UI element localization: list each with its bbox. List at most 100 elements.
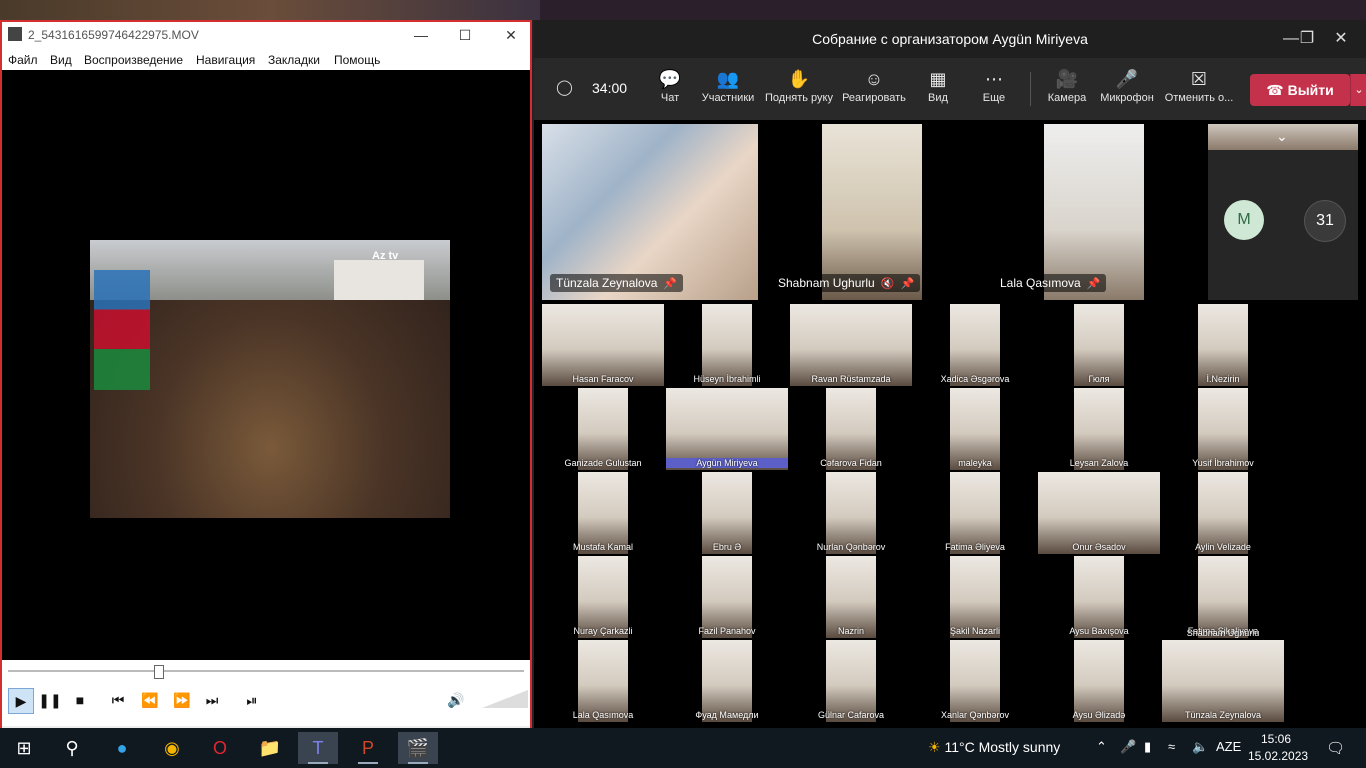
teams-icon[interactable]: T — [298, 732, 338, 764]
participants-button[interactable]: 👥 Участники — [700, 66, 756, 116]
previous-button[interactable]: ⏮ — [106, 688, 130, 712]
volume-slider[interactable] — [482, 690, 528, 708]
gallery-tile[interactable]: Hasan Faracov — [542, 304, 664, 386]
gallery-tile[interactable]: Ganizade Gulustan — [542, 388, 664, 470]
search-icon[interactable]: ⚲ — [52, 732, 92, 764]
menu-bookmarks[interactable]: Закладки — [268, 53, 320, 67]
leave-button[interactable]: ☎ Выйти — [1250, 74, 1350, 106]
gallery-tile[interactable]: Lala Qasımova — [542, 640, 664, 722]
overflow-count-badge[interactable]: 31 — [1304, 200, 1346, 242]
seek-handle[interactable] — [154, 665, 164, 679]
gallery-tile[interactable]: Hüseyn İbrahimli — [666, 304, 788, 386]
chevron-down-icon[interactable]: ⌄ — [1276, 128, 1288, 145]
avatar[interactable]: M — [1224, 200, 1264, 240]
forward-button[interactable]: ⏩ — [170, 688, 194, 712]
pinned-video-tile[interactable]: Tünzala Zeynalova 📌 — [542, 124, 758, 300]
gallery-tile[interactable]: Fazil Panahov — [666, 556, 788, 638]
gallery-tile[interactable]: Yusif İbrahimov — [1162, 388, 1284, 470]
windows-start-icon[interactable]: ⊞ — [4, 732, 44, 764]
gallery-tile[interactable]: Xanlar Qənbərov — [914, 640, 1036, 722]
gallery-tile[interactable]: Xadica Əsgərova — [914, 304, 1036, 386]
rewind-button[interactable]: ⏪ — [138, 688, 162, 712]
microphone-icon[interactable]: 🎤 — [1120, 739, 1136, 755]
gallery-tile[interactable]: Ravan Rüstamzada — [790, 304, 912, 386]
menu-view[interactable]: Вид — [50, 53, 72, 67]
close-icon[interactable]: ✕ — [1326, 26, 1356, 52]
seek-bar[interactable] — [8, 670, 524, 672]
volume-icon[interactable]: 🔈 — [1192, 739, 1208, 755]
next-button[interactable]: ⏭ — [200, 688, 224, 712]
clock[interactable]: 15:06 15.02.2023 — [1248, 731, 1308, 765]
play-button[interactable]: ▶ — [8, 688, 34, 714]
gallery-tile[interactable]: Aysu Baxışova — [1038, 556, 1160, 638]
leave-options-chevron-icon[interactable]: ⌄ — [1350, 74, 1366, 106]
frame-step-button[interactable]: ⏯ — [240, 688, 264, 712]
gallery-tile[interactable]: Aylin Velizade — [1162, 472, 1284, 554]
camera-button[interactable]: 🎥 Камера — [1046, 66, 1088, 116]
raise-hand-button[interactable]: ✋ Поднять руку — [762, 66, 836, 116]
gallery-tile[interactable]: Фуад Мамедли — [666, 640, 788, 722]
file-explorer-icon[interactable]: 📁 — [250, 732, 290, 764]
gallery-tile[interactable]: Leysan Zalova — [1038, 388, 1160, 470]
overflow-participants-panel[interactable]: ⌄ M 31 — [1208, 124, 1358, 300]
gallery-tile[interactable]: Mustafa Kamal — [542, 472, 664, 554]
gallery-tile[interactable]: Гюля — [1038, 304, 1160, 386]
menu-help[interactable]: Помощь — [334, 53, 380, 67]
opera-icon[interactable]: O — [200, 732, 240, 764]
volume-button[interactable]: 🔊 — [444, 688, 468, 712]
gallery-tile[interactable]: Nazrin — [790, 556, 912, 638]
participant-name: Nazrin — [837, 626, 864, 636]
participant-name: Ganizade Gulustan — [564, 458, 642, 468]
menu-file[interactable]: Файл — [8, 53, 38, 67]
more-button[interactable]: ⋯ Еще — [980, 66, 1008, 116]
playback-controls: ▶ ❚❚ ■ ⏮ ⏪ ⏩ ⏭ ⏯ 🔊 — [2, 660, 530, 726]
participant-name: Shabnam Ughurlu 🔇 📌 — [772, 274, 921, 292]
pinned-video-tile[interactable]: Lala Qasımova 📌 — [986, 124, 1202, 300]
menu-navigation[interactable]: Навигация — [196, 53, 255, 67]
gallery-tile[interactable]: Nuray Çarkazli — [542, 556, 664, 638]
view-button[interactable]: ▦ Вид — [924, 66, 952, 116]
weather-widget[interactable]: ☀ 11°C Mostly sunny — [928, 739, 1060, 756]
participant-name: Фуад Мамедли — [695, 710, 759, 720]
mic-button[interactable]: 🎤 Микрофон — [1098, 66, 1156, 116]
gallery-tile[interactable]: Nurlan Qənbərov — [790, 472, 912, 554]
video-frame[interactable]: Az tv — [90, 240, 450, 518]
close-icon[interactable]: ✕ — [496, 24, 526, 46]
pinned-video-tile[interactable]: Shabnam Ughurlu 🔇 📌 — [764, 124, 980, 300]
gallery-tile[interactable]: maleyka — [914, 388, 1036, 470]
shield-icon[interactable]: ◯ — [556, 78, 573, 96]
gallery-tile[interactable]: Shabnam Ughurlu — [1162, 620, 1284, 640]
microphone-icon: 🎤 — [1115, 69, 1139, 89]
participant-name: Aysu Baxışova — [1069, 626, 1129, 636]
gallery-tile[interactable]: Tünzala Zeynalova — [1162, 640, 1284, 722]
wifi-icon[interactable]: ≈ — [1168, 739, 1175, 754]
restore-icon[interactable]: ❐ — [1292, 26, 1322, 52]
edge-icon[interactable]: ● — [102, 732, 142, 764]
menu-playback[interactable]: Воспроизведение — [84, 53, 183, 67]
gallery-tile[interactable]: Onur Əsadov — [1038, 472, 1160, 554]
gallery-tile[interactable]: Aygün Miriyeva — [666, 388, 788, 470]
language-indicator[interactable]: AZE — [1216, 739, 1241, 754]
stop-button[interactable]: ■ — [68, 688, 92, 712]
participant-name: İ.Nezirin — [1206, 374, 1240, 384]
chrome-icon[interactable]: ◉ — [152, 732, 192, 764]
pause-button[interactable]: ❚❚ — [38, 688, 62, 712]
camera-icon: 🎥 — [1055, 69, 1079, 89]
gallery-tile[interactable]: Ebru Ə — [666, 472, 788, 554]
powerpoint-icon[interactable]: P — [348, 732, 388, 764]
chat-button[interactable]: 💬 Чат — [652, 66, 688, 116]
gallery-tile[interactable]: Fatima Əliyeva — [914, 472, 1036, 554]
gallery-tile[interactable]: Şakil Nazarli — [914, 556, 1036, 638]
share-button[interactable]: ☒ Отменить о... — [1164, 66, 1234, 116]
battery-icon[interactable]: ▮ — [1144, 739, 1151, 755]
chevron-up-icon[interactable]: ⌃ — [1096, 739, 1107, 755]
gallery-tile[interactable]: İ.Nezirin — [1162, 304, 1284, 386]
minimize-icon[interactable]: — — [406, 24, 436, 46]
maximize-icon[interactable]: ☐ — [450, 24, 480, 46]
notifications-icon[interactable]: 🗨 — [1326, 739, 1345, 757]
gallery-tile[interactable]: Cəfarova Fidan — [790, 388, 912, 470]
media-player-icon[interactable]: 🎬 — [398, 732, 438, 764]
gallery-tile[interactable]: Gülnar Cafarova — [790, 640, 912, 722]
react-button[interactable]: ☺ Реагировать — [840, 66, 908, 116]
gallery-tile[interactable]: Aysu Əlizadə — [1038, 640, 1160, 722]
